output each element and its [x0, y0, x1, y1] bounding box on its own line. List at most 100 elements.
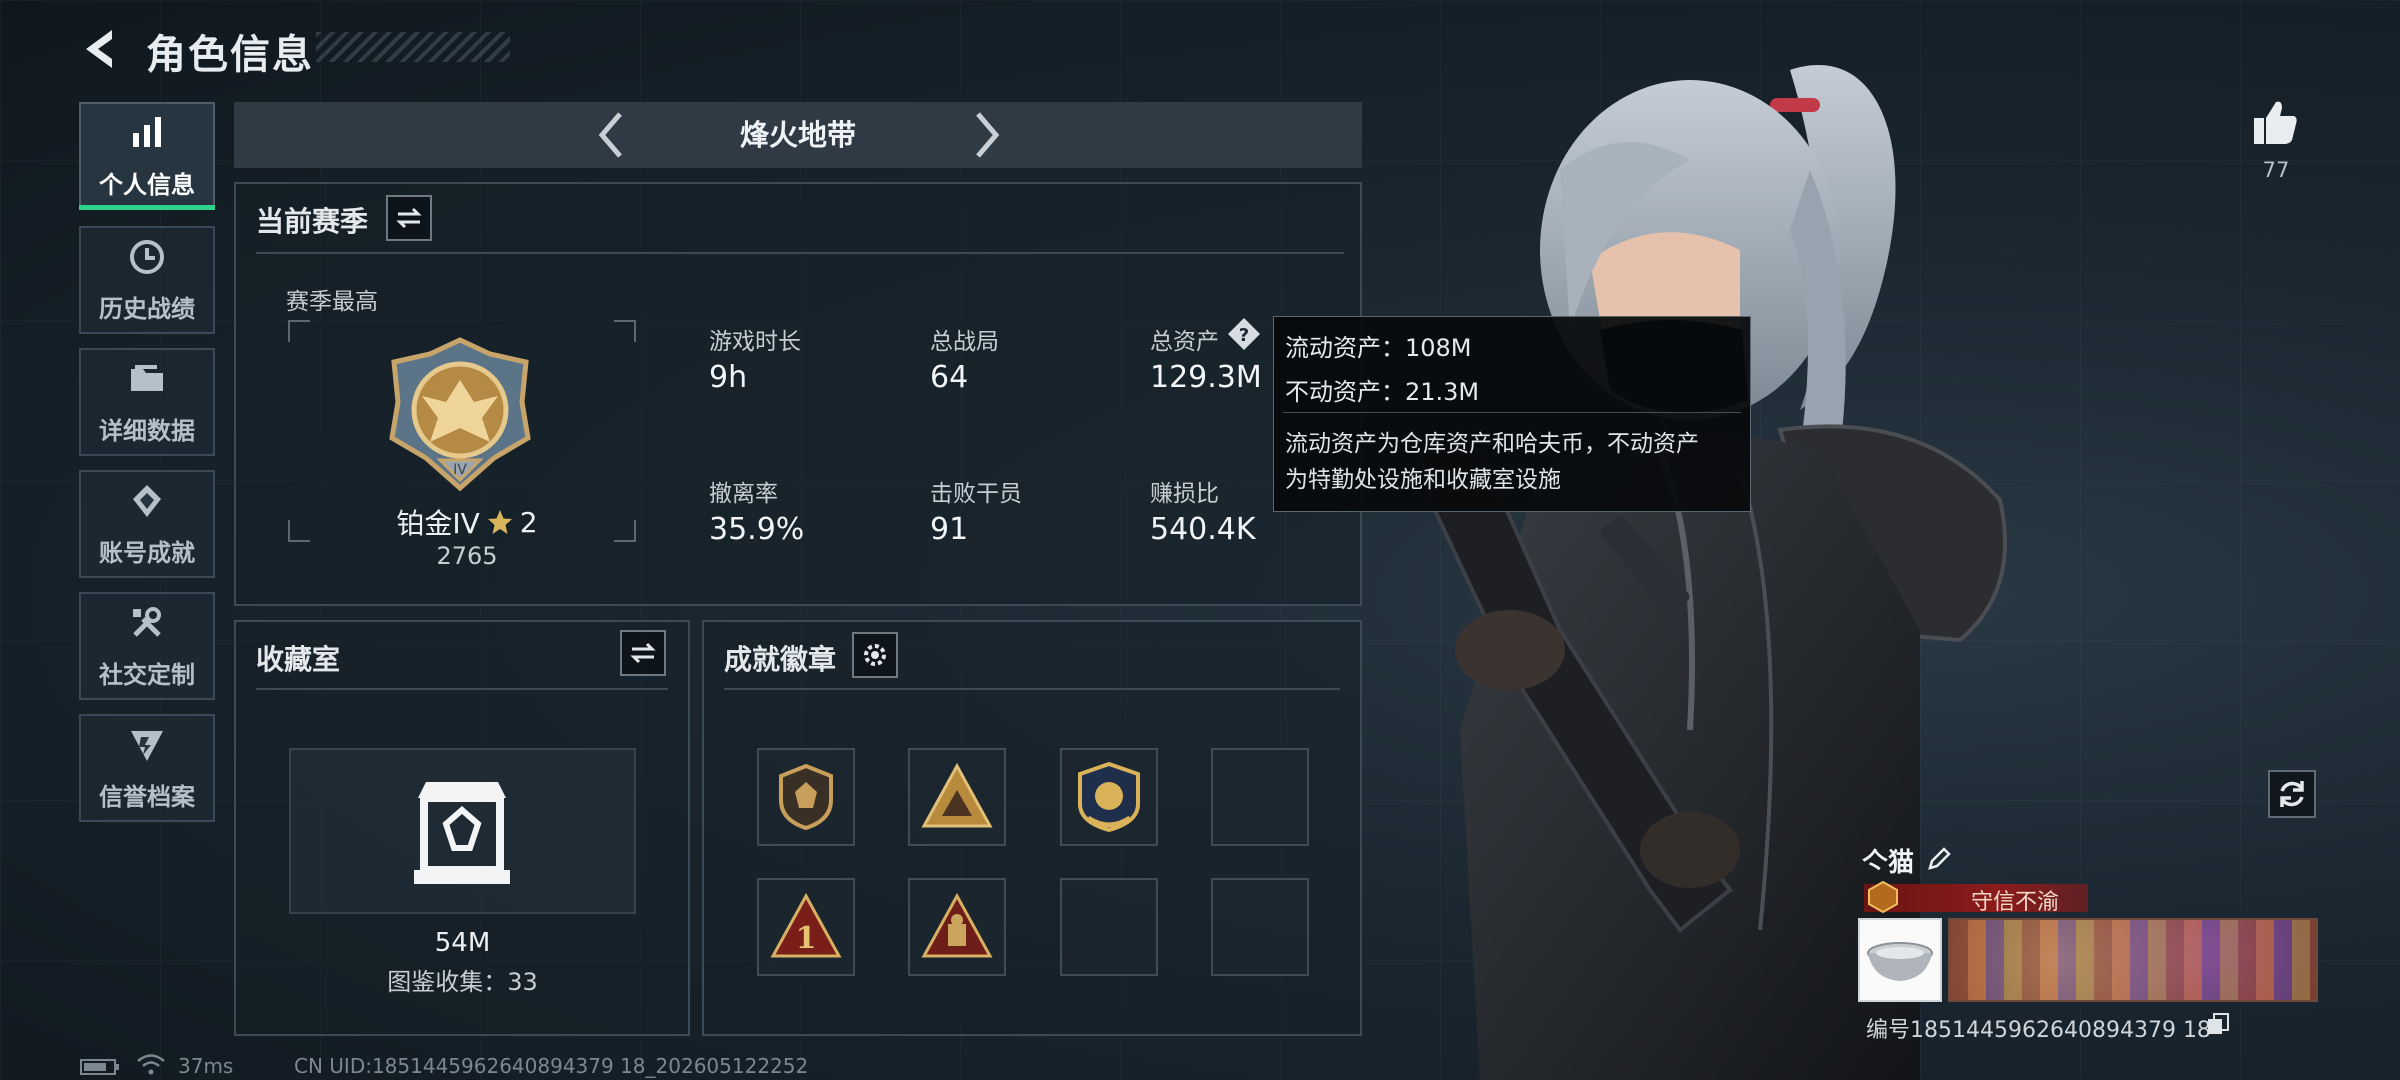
badge-slot-empty[interactable] — [1060, 878, 1158, 976]
sidebar-item-label: 社交定制 — [99, 660, 195, 689]
season-best-label: 赛季最高 — [286, 289, 378, 315]
svg-text:?: ? — [1239, 325, 1249, 346]
divider — [724, 688, 1340, 690]
page-title: 角色信息 — [146, 32, 314, 78]
sidebar-item-personal-info[interactable]: 个人信息 — [79, 102, 215, 210]
number-one-badge-icon: 1 — [770, 892, 842, 958]
edit-icon[interactable] — [1926, 846, 1952, 872]
collection-title: 收藏室 — [256, 643, 341, 676]
badge-slot-empty[interactable] — [1211, 748, 1309, 846]
help-icon[interactable]: ? — [1226, 316, 1262, 352]
ping-text: 37ms — [178, 1054, 234, 1078]
shield-badge-icon — [779, 763, 833, 831]
history-icon — [130, 239, 164, 274]
tooltip-desc-1: 流动资产为仓库资产和哈夫币，不动资产 — [1285, 431, 1699, 457]
tooltip-liquid-assets: 流动资产：108M — [1285, 334, 1472, 362]
sidebar-item-label: 详细数据 — [99, 416, 195, 445]
refresh-icon — [2280, 781, 2304, 807]
divider — [256, 252, 1344, 254]
star-icon — [487, 510, 512, 534]
stat-value: 9h — [709, 360, 748, 395]
tools-icon — [133, 606, 161, 637]
chevron-right-icon[interactable] — [966, 108, 1006, 162]
stat-label: 总资产 — [1150, 329, 1219, 355]
tooltip-divider — [1283, 412, 1741, 413]
season-switch-button[interactable] — [386, 195, 432, 241]
divider — [256, 688, 668, 690]
gear-icon — [864, 644, 886, 666]
collection-switch-button[interactable] — [620, 630, 666, 676]
season-title: 当前赛季 — [256, 205, 369, 238]
back-arrow-icon[interactable] — [78, 26, 124, 72]
sidebar-item-label: 信誉档案 — [99, 782, 195, 811]
badge-slot[interactable] — [908, 878, 1006, 976]
chevron-left-icon[interactable] — [592, 108, 632, 162]
sidebar-item-achievements[interactable]: 账号成就 — [79, 470, 215, 578]
rank-line: 铂金IV 2 — [382, 502, 552, 542]
swap-icon — [630, 642, 656, 664]
swap-icon — [396, 207, 422, 229]
stat-label: 击败干员 — [930, 481, 1022, 507]
battery-icon — [80, 1059, 119, 1075]
display-case-icon — [414, 782, 510, 884]
wifi-icon — [137, 1054, 165, 1075]
sidebar-item-detailed-data[interactable]: 详细数据 — [79, 348, 215, 456]
avatar[interactable] — [1858, 918, 1942, 1002]
collection-value: 54M — [434, 928, 491, 958]
badge-slot[interactable] — [908, 748, 1006, 846]
stat-label: 赚损比 — [1150, 481, 1219, 507]
thumbs-up-icon[interactable] — [2250, 96, 2302, 148]
stat-label: 游戏时长 — [709, 329, 801, 355]
badge-slot[interactable] — [1060, 748, 1158, 846]
title-decoration — [316, 32, 510, 62]
refresh-button[interactable] — [2268, 770, 2316, 818]
stat-value: 64 — [930, 360, 969, 395]
title-emblem-icon — [1868, 880, 1898, 914]
badges-settings-button[interactable] — [852, 632, 898, 678]
folder-icon — [131, 364, 163, 391]
sidebar-item-social[interactable]: 社交定制 — [79, 592, 215, 700]
bowl-icon — [1867, 942, 1933, 981]
frame-corner — [288, 520, 310, 542]
badge-slot[interactable] — [757, 748, 855, 846]
emblem-badge-icon — [1078, 761, 1140, 833]
stat-value: 129.3M — [1150, 360, 1262, 395]
triangle-badge-icon — [921, 762, 993, 828]
frame-corner — [614, 520, 636, 542]
svg-text:IV: IV — [453, 462, 467, 478]
badge-slot-empty[interactable] — [1211, 878, 1309, 976]
sidebar-item-label: 个人信息 — [99, 170, 195, 199]
rank-stars: 2 — [519, 505, 538, 539]
badges-title: 成就徽章 — [724, 643, 837, 676]
like-count: 77 — [2262, 158, 2290, 182]
mode-label: 烽火地带 — [739, 118, 856, 152]
name-card-banner[interactable] — [1948, 918, 2318, 1002]
sidebar-item-label: 账号成就 — [99, 538, 195, 567]
sidebar-item-history[interactable]: 历史战绩 — [79, 226, 215, 334]
triangle-badge-icon — [921, 892, 993, 958]
bar-chart-icon — [133, 116, 161, 147]
credit-icon — [131, 730, 163, 761]
frame-corner — [288, 320, 310, 342]
stat-value: 91 — [930, 512, 969, 547]
stat-value: 540.4K — [1150, 512, 1256, 547]
stat-label: 撤离率 — [709, 481, 778, 507]
stat-value: 35.9% — [709, 512, 805, 547]
uid-text: CN UID:1851445962640894379 18_2026051222… — [294, 1054, 809, 1078]
svg-text:1: 1 — [796, 921, 817, 956]
rank-name: 铂金IV — [396, 507, 480, 540]
sidebar-item-label: 历史战绩 — [99, 294, 195, 323]
rank-emblem-icon: IV — [389, 337, 531, 492]
player-id: 编号1851445962640894379 18 — [1866, 1018, 2211, 1043]
copy-icon[interactable] — [2206, 1012, 2230, 1036]
title-banner-text: 守信不渝 — [1970, 890, 2059, 915]
sidebar-item-credit[interactable]: 信誉档案 — [79, 714, 215, 822]
frame-corner — [614, 320, 636, 342]
player-name: 亽猫 — [1862, 848, 1915, 878]
achievement-icon — [133, 484, 161, 517]
tooltip-desc-2: 为特勤处设施和收藏室设施 — [1285, 467, 1561, 493]
rank-score: 2765 — [436, 542, 498, 570]
badge-slot[interactable]: 1 — [757, 878, 855, 976]
collection-count: 图鉴收集：33 — [387, 968, 538, 996]
tooltip-fixed-assets: 不动资产：21.3M — [1285, 378, 1480, 406]
